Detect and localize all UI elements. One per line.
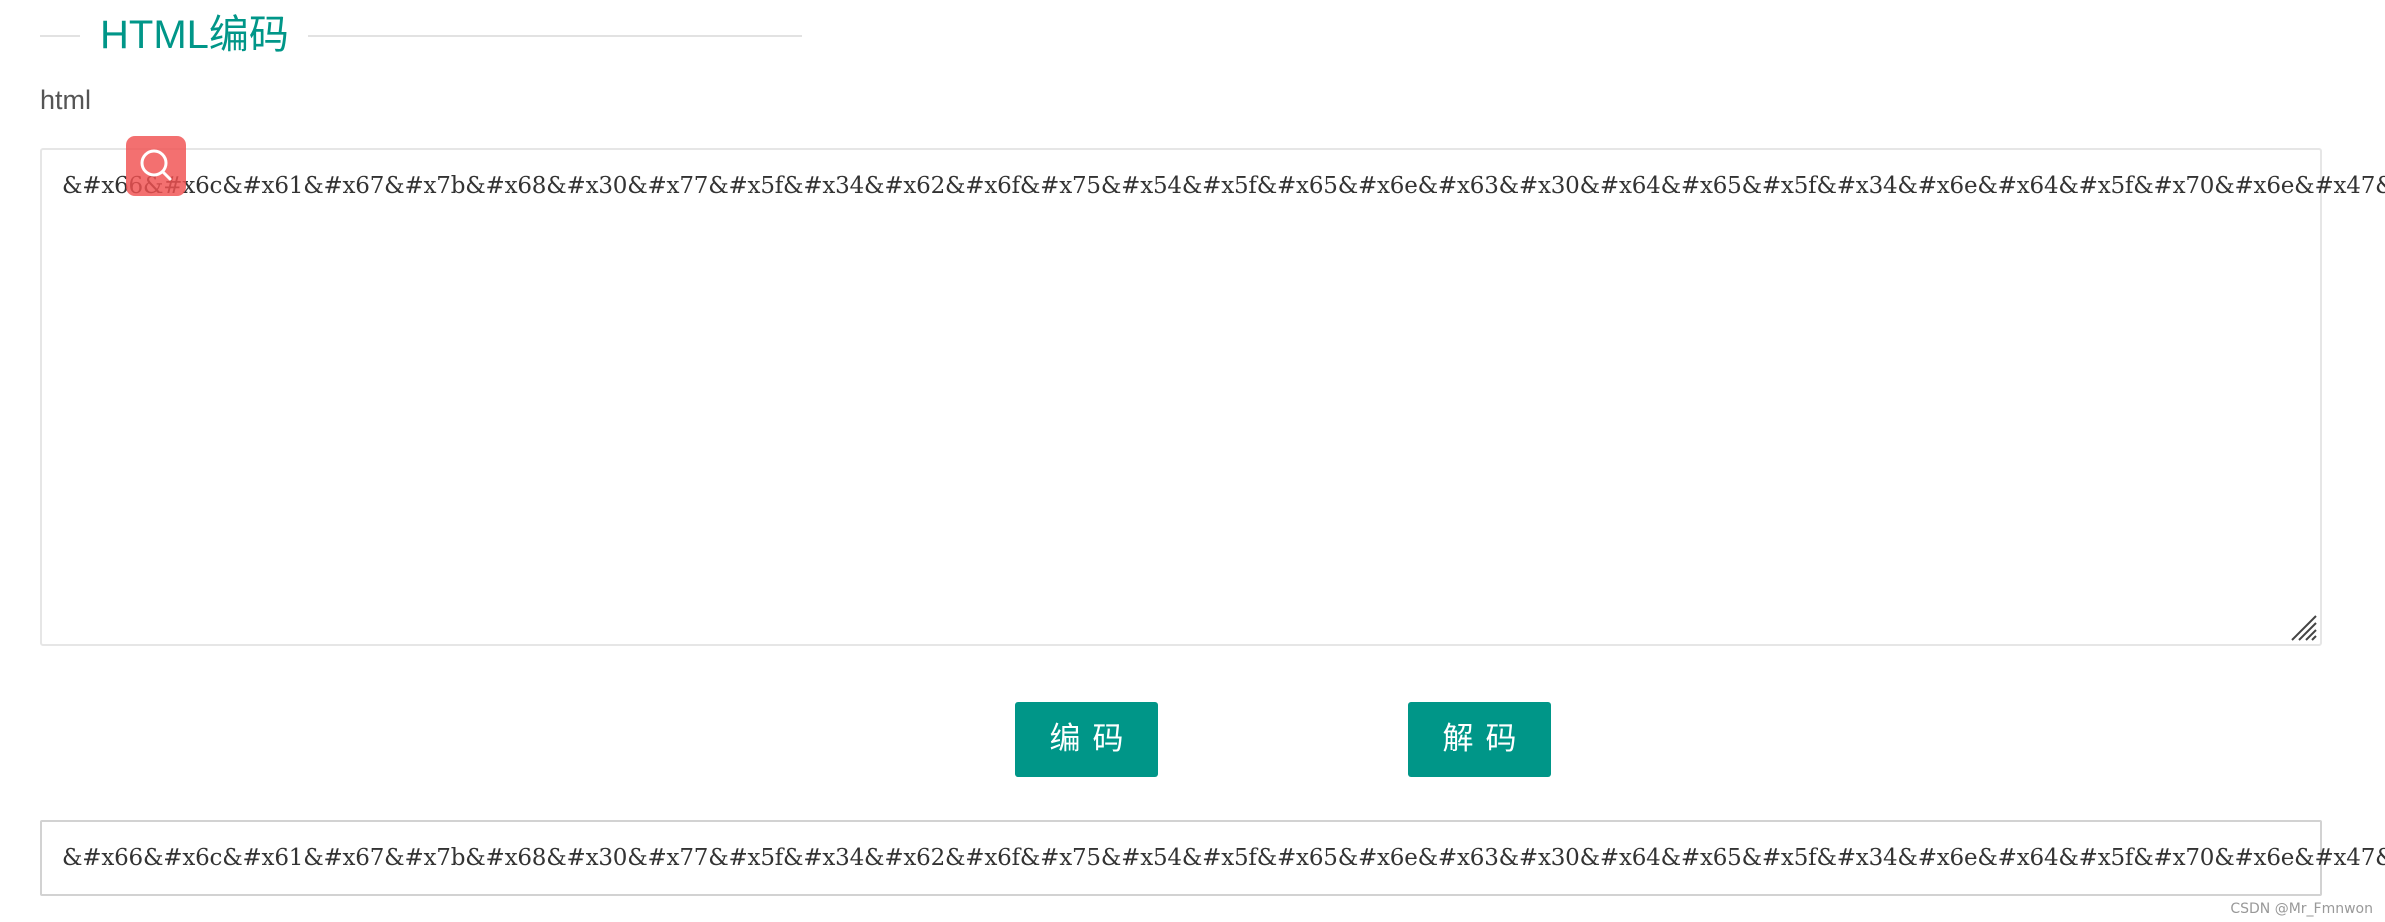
legend-divider-right	[308, 35, 802, 37]
legend-divider-left	[40, 35, 80, 37]
output-field[interactable]: &#x66&#x6c&#x61&#x67&#x7b&#x68&#x30&#x77…	[40, 820, 2385, 896]
search-overlay-button[interactable]	[126, 136, 186, 196]
section-title: HTML编码	[100, 13, 289, 57]
html-input-value[interactable]: &#x66&#x6c&#x61&#x67&#x7b&#x68&#x30&#x77…	[62, 170, 2385, 202]
html-input-textarea[interactable]: &#x66&#x6c&#x61&#x67&#x7b&#x68&#x30&#x77…	[40, 148, 2385, 646]
output-value[interactable]: &#x66&#x6c&#x61&#x67&#x7b&#x68&#x30&#x77…	[62, 842, 2385, 874]
page: HTML编码 html &#x66&#x6c&#x61&#x67&#x7b&#x…	[0, 0, 2385, 922]
section-legend: HTML编码	[40, 8, 802, 68]
watermark: CSDN @Mr_Fmnwon	[2230, 901, 2373, 917]
decode-button[interactable]: 解码	[1408, 702, 1551, 777]
field-label: html	[40, 85, 92, 115]
resize-grip-icon[interactable]	[2288, 612, 2318, 642]
search-icon	[140, 149, 172, 181]
encode-button[interactable]: 编码	[1015, 702, 1158, 777]
